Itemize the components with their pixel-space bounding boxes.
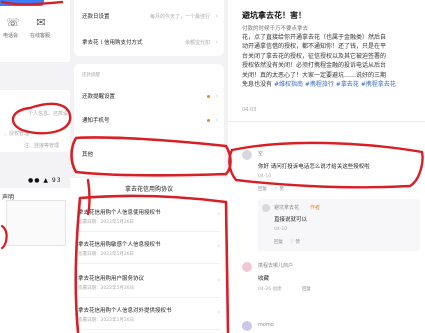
agreement-item[interactable]: 拿去花信用购个人信息对外提供授权书 签署日期：2022年5月26日 › bbox=[78, 300, 220, 330]
left-top-card: ☏ 电话会 ✉ 在线客服 bbox=[0, 0, 70, 62]
comment-author[interactable]: momo bbox=[258, 322, 274, 328]
body-line: 花，点了直接给你开通拿去花（也属于金融类）然后自 bbox=[242, 34, 387, 41]
chevron-right-icon: › bbox=[217, 309, 220, 316]
reply-text: 直接说就可以 bbox=[274, 217, 308, 223]
phone-label: 电话会 bbox=[3, 33, 19, 39]
notify-phone-row[interactable]: 通知手机号 › bbox=[82, 114, 218, 128]
agreement-title: 拿去花信用购个人信息使用授权书 bbox=[78, 210, 161, 216]
reminder-card: 还款提醒 还款提醒设置 › 通知手机号 › 其他 bbox=[74, 64, 224, 176]
row-label: 拿去花丨信用购支付方式 bbox=[82, 40, 143, 46]
article-title: 避坑拿去花！害！ bbox=[242, 11, 306, 20]
comment-date: 04-26 福建 bbox=[258, 287, 282, 292]
comment-author[interactable]: 空 bbox=[258, 150, 263, 157]
article-body: 花，点了直接给你开通拿去花（也属于金融类）然后自 动开通拿信借的授权，都不通知你… bbox=[242, 33, 422, 89]
avatar[interactable] bbox=[242, 321, 252, 331]
comment-text: 你好 请问打投诉电话怎么说才给关这些授权啦 bbox=[258, 164, 370, 170]
row-label: 其他 bbox=[82, 152, 94, 158]
agreement-date: 签署日期：2022年5月26日 bbox=[78, 286, 135, 291]
row-label: 还款日设置 bbox=[82, 14, 110, 20]
faded-text: 、授权管理 bbox=[4, 131, 30, 137]
row-label: 还款提醒设置 bbox=[82, 94, 116, 100]
avatar[interactable] bbox=[242, 262, 252, 272]
chevron-right-icon: › bbox=[217, 277, 220, 284]
orange-dot bbox=[205, 90, 210, 104]
body-line-with-tags: 免息也没有 #维权指南 #携程旅行 #拿去花 #携程拿去花 bbox=[242, 80, 422, 89]
repayment-card: 还款日设置 每月的今天了，一个最佳行 › 拿去花丨信用购支付方式 余额宝代扣 › bbox=[74, 0, 224, 56]
chevron-right-icon: › bbox=[215, 39, 218, 46]
reply-button[interactable]: 回复 bbox=[258, 186, 267, 192]
body-line: 关闭！真的太恶心了！大家一定要避坑……说好的三期 bbox=[242, 71, 387, 79]
avatar[interactable] bbox=[262, 204, 270, 212]
agreements-panel: 拿去花信用购协议 拿去花信用购个人信息使用授权书 签署日期：2022年5月26日… bbox=[70, 178, 228, 333]
chevron-right-icon: › bbox=[217, 211, 220, 218]
repayment-day-row[interactable]: 还款日设置 每月的今天了，一个最佳行 › bbox=[82, 10, 218, 24]
left-settings-card: 个人信息、还款设置 、授权管理 注、挂接等管理 bbox=[0, 90, 74, 152]
divider bbox=[228, 121, 425, 122]
agreement-item[interactable]: 拿去花信用购敏感个人信息授权书 签署日期：2022年5月26日 › bbox=[78, 234, 220, 264]
reminder-setting-row[interactable]: 还款提醒设置 › bbox=[82, 90, 218, 104]
row-label: 通知手机号 bbox=[82, 118, 110, 124]
agreement-date: 签署日期：2022年5月26日 bbox=[78, 252, 135, 257]
like-button[interactable]: ♡ 赞 bbox=[274, 186, 284, 192]
agreement-item[interactable]: 拿去花信用购用户服务协议 签署日期：2022年5月26日 › bbox=[78, 268, 220, 298]
reply-button[interactable]: 回复 bbox=[302, 286, 311, 292]
agreement-title: 拿去花信用购个人信息对外提供授权书 bbox=[78, 308, 172, 314]
reply-author[interactable]: 避坑拿去花 bbox=[274, 204, 299, 211]
chevron-right-icon: › bbox=[215, 117, 218, 124]
chevron-right-icon: › bbox=[217, 243, 220, 250]
avatar[interactable] bbox=[242, 150, 252, 160]
agreement-item[interactable]: 拿去花信用购个人信息使用授权书 签署日期：2022年5月26日 › bbox=[78, 202, 220, 232]
body-line: 授权依然没有关闭！必须打携程金融的投诉电话从后台 bbox=[242, 62, 387, 70]
other-row[interactable]: 其他 bbox=[82, 148, 218, 162]
chevron-right-icon: › bbox=[215, 13, 218, 20]
agreement-date: 签署日期：2022年5月26日 bbox=[78, 220, 135, 225]
chat-icon[interactable]: ✉ bbox=[34, 16, 48, 30]
chat-label: 在线客服 bbox=[30, 33, 51, 39]
faded-text: 个人信息、还款设置 bbox=[28, 111, 74, 117]
left-phone-panel: ☏ 电话会 ✉ 在线客服 个人信息、还款设置 、授权管理 注、挂接等管理 ●● … bbox=[0, 0, 74, 333]
chevron-right-icon: › bbox=[215, 93, 218, 100]
agreement-date: 签署日期：2022年5月26日 bbox=[78, 318, 135, 323]
body-line: 动开通拿信借的授权，都不通知你！还了钱，只是在平 bbox=[242, 43, 387, 51]
orange-dot bbox=[205, 114, 210, 128]
body-line: 免息也没有 bbox=[242, 81, 273, 89]
blank-box bbox=[6, 200, 66, 246]
agreements-title: 拿去花信用购协议 bbox=[124, 186, 173, 193]
faded-text: 注、挂接等管理 bbox=[24, 143, 60, 149]
article-panel: 避坑拿去花！害！ 付款的时候千万不要点拿去 花，点了直接给你开通拿去花（也属于金… bbox=[228, 0, 425, 333]
agreement-title: 拿去花信用购敏感个人信息授权书 bbox=[78, 242, 161, 248]
comment-date: 04-10 bbox=[258, 174, 272, 179]
comment-author[interactable]: 携程去哪儿商户 bbox=[258, 262, 293, 269]
hashtags[interactable]: #维权指南 #携程旅行 #拿去花 #携程拿去花 bbox=[274, 81, 396, 88]
middle-phone-panel: 还款日设置 每月的今天了，一个最佳行 › 拿去花丨信用购支付方式 余额宝代扣 ›… bbox=[70, 0, 228, 333]
row-value: 余额宝代扣 bbox=[184, 40, 210, 46]
comment-text: 收藏 bbox=[258, 276, 270, 282]
reply-date: 04-10 bbox=[274, 227, 288, 232]
phone-icon[interactable]: ☏ bbox=[6, 16, 20, 30]
author-badge: 作者 bbox=[310, 205, 321, 211]
accent-bar bbox=[0, 0, 44, 6]
like-button[interactable]: ♡ 赞 bbox=[290, 239, 300, 245]
article-subtitle: 付款的时候千万不要点拿去 bbox=[242, 26, 309, 32]
payment-method-row[interactable]: 拿去花丨信用购支付方式 余额宝代扣 › bbox=[82, 36, 218, 50]
article-date: 04-03 bbox=[242, 107, 257, 113]
row-value: 每月的今天了，一个最佳行 bbox=[149, 14, 210, 20]
status-bar: ●● ▲ 93 bbox=[28, 177, 62, 184]
screenshot-collage: ☏ 电话会 ✉ 在线客服 个人信息、还款设置 、授权管理 注、挂接等管理 ●● … bbox=[0, 0, 425, 333]
agreement-title: 拿去花信用购用户服务协议 bbox=[78, 276, 145, 282]
section-header: 还款提醒 bbox=[82, 73, 100, 78]
reply-button[interactable]: 回复 bbox=[274, 239, 283, 245]
body-line: 台关闭了拿去花的授权，征信授权以及其它被迫签署的 bbox=[242, 52, 387, 60]
